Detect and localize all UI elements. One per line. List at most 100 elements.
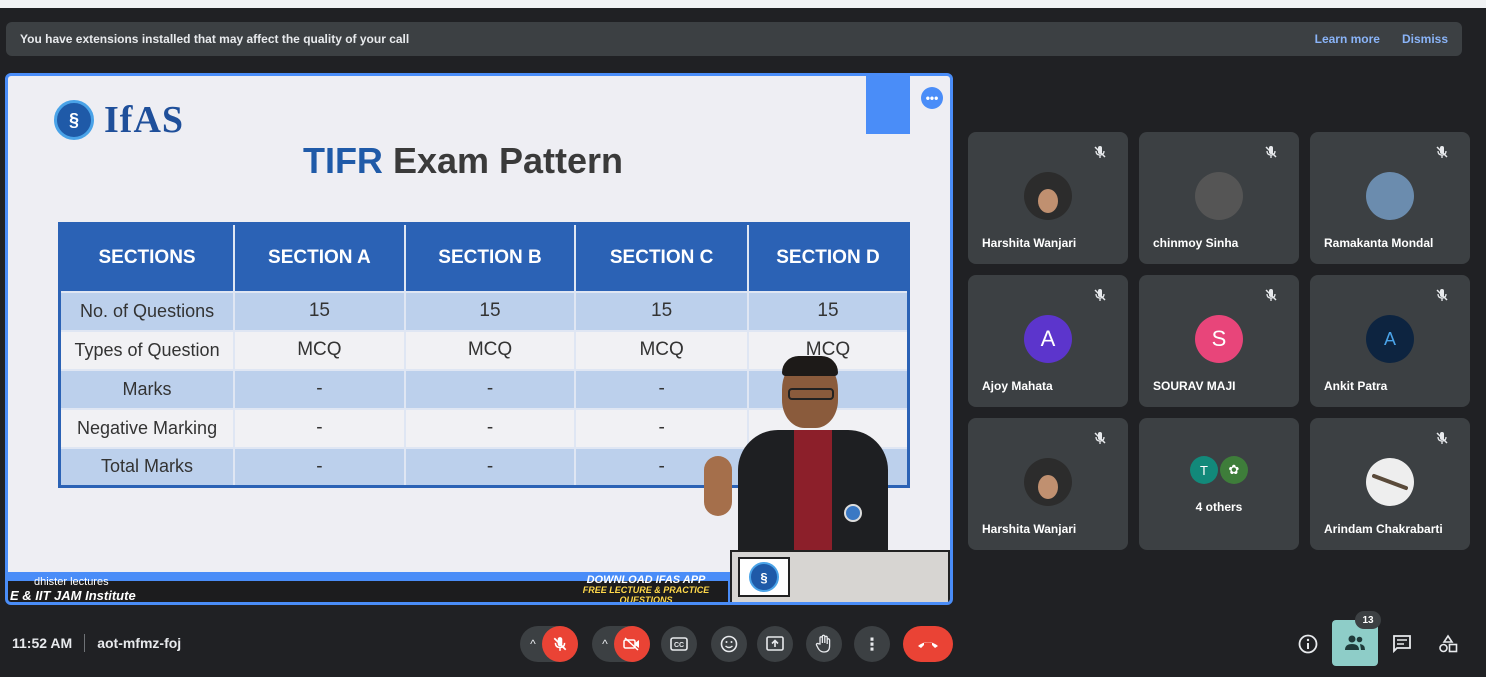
participant-name: Ramakanta Mondal xyxy=(1324,236,1434,250)
mic-control[interactable]: ^ xyxy=(520,626,578,662)
table-header: SECTION B xyxy=(404,223,577,292)
mic-off-icon xyxy=(1092,287,1108,303)
learn-more-link[interactable]: Learn more xyxy=(1315,32,1380,46)
presenter-hair xyxy=(782,356,838,376)
participant-name: chinmoy Sinha xyxy=(1153,236,1239,250)
table-row: No. of Questions 15 15 15 15 xyxy=(59,290,910,331)
hangup-icon xyxy=(918,642,938,648)
chat-button[interactable] xyxy=(1384,626,1420,662)
participant-name: Arindam Chakrabarti xyxy=(1324,522,1443,536)
current-time: 11:52 AM xyxy=(12,635,73,651)
participant-name: Harshita Wanjari xyxy=(982,236,1077,250)
table-cell: Types of Question xyxy=(59,329,236,370)
table-cell: Negative Marking xyxy=(59,407,236,448)
hangup-button[interactable] xyxy=(903,626,953,662)
people-icon xyxy=(1345,635,1365,650)
participant-tile[interactable]: chinmoy Sinha xyxy=(1139,132,1299,264)
svg-text:CC: CC xyxy=(674,642,684,649)
mic-off-icon xyxy=(1434,287,1450,303)
activities-icon xyxy=(1439,634,1458,653)
table-cell: 15 xyxy=(404,290,577,331)
dismiss-button[interactable]: Dismiss xyxy=(1402,32,1448,46)
participant-avatar: A xyxy=(1024,315,1072,363)
others-avatars: T ✿ xyxy=(1139,456,1299,484)
presenter-name-label: dhister lectures xyxy=(14,576,109,588)
participant-avatar xyxy=(1024,172,1072,220)
presenter-hand xyxy=(704,456,732,516)
participant-name: Harshita Wanjari xyxy=(982,522,1077,536)
participant-avatar xyxy=(1366,172,1414,220)
participant-tile[interactable]: Harshita Wanjari xyxy=(968,418,1128,550)
slide-title: TIFR Exam Pattern xyxy=(8,140,918,182)
table-cell: - xyxy=(234,368,406,409)
extension-warning-banner: You have extensions installed that may a… xyxy=(6,22,1462,56)
emoji-button[interactable] xyxy=(711,626,747,662)
table-header: SECTION A xyxy=(234,223,406,292)
raise-hand-icon xyxy=(815,634,831,653)
meeting-details-button[interactable] xyxy=(1290,626,1326,662)
table-cell: - xyxy=(404,407,577,448)
participant-tile[interactable]: A Ankit Patra xyxy=(1310,275,1470,407)
institute-label: E & IIT JAM Institute xyxy=(10,588,136,603)
slide-title-accent: TIFR xyxy=(302,140,383,181)
info-icon xyxy=(1298,634,1318,654)
table-cell: Marks xyxy=(59,368,236,409)
table-cell: - xyxy=(234,407,406,448)
table-cell: - xyxy=(404,368,577,409)
table-header: SECTION C xyxy=(575,223,749,292)
captions-button[interactable]: CC xyxy=(661,626,697,662)
more-options-icon[interactable]: ⋮ xyxy=(864,636,881,653)
participant-tile[interactable]: Ramakanta Mondal xyxy=(1310,132,1470,264)
presenter-name: dhister lectures xyxy=(34,576,109,588)
divider xyxy=(84,634,86,652)
mic-off-icon xyxy=(1263,144,1279,160)
table-header: SECTION D xyxy=(747,223,910,292)
download-line-2: FREE LECTURE & PRACTICE QUESTIONS xyxy=(582,585,710,605)
participant-avatar xyxy=(1366,458,1414,506)
participant-tile[interactable]: S SOURAV MAJI xyxy=(1139,275,1299,407)
table-cell: No. of Questions xyxy=(59,290,236,331)
tile-more-options-icon[interactable]: ••• xyxy=(921,87,943,109)
more-options-button[interactable]: ⋮ xyxy=(854,626,890,662)
camera-control[interactable]: ^ xyxy=(592,626,650,662)
mini-avatar: T xyxy=(1190,456,1218,484)
app-logo: § xyxy=(738,557,790,597)
participant-name: Ankit Patra xyxy=(1324,379,1388,393)
table-cell: Total Marks xyxy=(59,446,236,487)
others-tile[interactable]: T ✿ 4 others xyxy=(1139,418,1299,550)
emoji-icon xyxy=(720,635,738,653)
mic-off-icon xyxy=(1263,287,1279,303)
people-count-badge: 13 xyxy=(1355,611,1381,629)
table-cell: - xyxy=(234,446,406,487)
mini-avatar-leaf-icon: ✿ xyxy=(1220,456,1248,484)
participant-avatar xyxy=(1024,458,1072,506)
mic-off-icon[interactable] xyxy=(541,626,578,662)
participant-avatar xyxy=(1195,172,1243,220)
participant-tile[interactable]: A Ajoy Mahata xyxy=(968,275,1128,407)
activities-button[interactable] xyxy=(1430,626,1466,662)
meeting-info: 11:52 AM aot-mfmz-foj xyxy=(12,634,181,652)
mic-off-icon xyxy=(1434,144,1450,160)
presenter-video-overlay xyxy=(698,356,928,556)
mic-off-icon xyxy=(1092,430,1108,446)
mic-off-icon xyxy=(1092,144,1108,160)
ifas-logo-text: IfAS xyxy=(104,99,185,141)
participant-avatar: S xyxy=(1195,315,1243,363)
present-button[interactable] xyxy=(757,626,793,662)
table-cell: 15 xyxy=(234,290,406,331)
camera-off-icon[interactable] xyxy=(613,626,650,662)
table-cell: - xyxy=(404,446,577,487)
presentation-tile[interactable]: § IfAS ••• TIFR Exam Pattern SECTIONS SEC… xyxy=(5,73,953,605)
chevron-up-icon[interactable]: ^ xyxy=(602,637,608,651)
banner-message: You have extensions installed that may a… xyxy=(20,32,410,46)
chat-icon xyxy=(1393,635,1411,654)
raise-hand-button[interactable] xyxy=(806,626,842,662)
participant-tile[interactable]: Arindam Chakrabarti xyxy=(1310,418,1470,550)
chevron-up-icon[interactable]: ^ xyxy=(530,637,536,651)
participant-tile[interactable]: Harshita Wanjari xyxy=(968,132,1128,264)
table-header-row: SECTIONS SECTION A SECTION B SECTION C S… xyxy=(59,223,910,292)
others-label: 4 others xyxy=(1195,500,1243,514)
ifas-logo: § IfAS xyxy=(54,98,184,142)
table-header: SECTIONS xyxy=(59,223,236,292)
mic-off-icon xyxy=(1434,430,1450,446)
